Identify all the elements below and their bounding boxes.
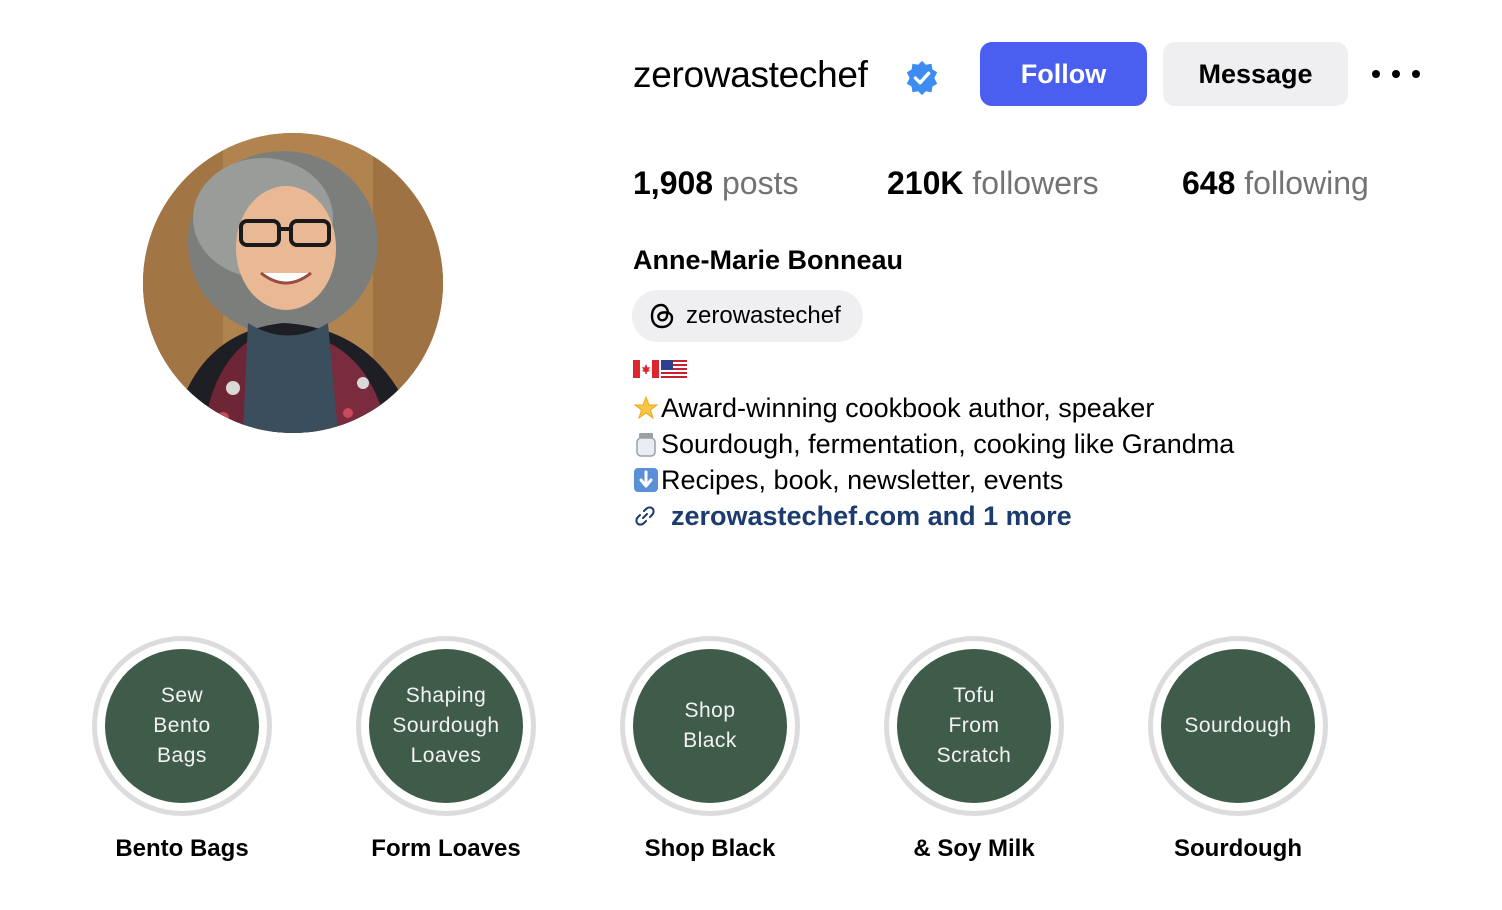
- story-highlight[interactable]: Sourdough Sourdough: [1148, 636, 1328, 866]
- dot: [1372, 70, 1380, 78]
- story-highlight[interactable]: Tofu From Scratch & Soy Milk: [884, 636, 1064, 866]
- bio-text: Sourdough, fermentation, cooking like Gr…: [661, 429, 1235, 459]
- down-arrow-icon: [634, 468, 658, 492]
- highlight-title: Sourdough: [1174, 835, 1302, 862]
- threads-link[interactable]: zerowastechef: [632, 290, 863, 342]
- highlight-cover: Tofu From Scratch: [897, 649, 1051, 803]
- highlight-title: & Soy Milk: [913, 835, 1035, 862]
- link-icon: [635, 506, 655, 526]
- highlight-cover: Sourdough: [1161, 649, 1315, 803]
- highlight-cover: Sew Bento Bags: [105, 649, 259, 803]
- story-highlight[interactable]: Shop Black Shop Black: [620, 636, 800, 866]
- highlight-title: Form Loaves: [371, 835, 521, 862]
- threads-handle: zerowastechef: [686, 302, 841, 329]
- posts-stat: 1,908 posts: [633, 162, 798, 204]
- bio-line: Award-winning cookbook author, speaker: [633, 391, 1154, 425]
- followers-count: 210K: [887, 165, 964, 201]
- avatar-photo: [143, 133, 443, 433]
- followers-stat[interactable]: 210K followers: [887, 162, 1099, 204]
- bio-link[interactable]: zerowastechef.com and 1 more: [633, 499, 1072, 533]
- dot: [1412, 70, 1420, 78]
- bio-line: Recipes, book, newsletter, events: [633, 463, 1063, 497]
- highlight-title: Bento Bags: [115, 835, 249, 862]
- dot: [1392, 70, 1400, 78]
- story-highlight[interactable]: Shaping Sourdough Loaves Form Loaves: [356, 636, 536, 866]
- highlight-cover: Shop Black: [633, 649, 787, 803]
- highlight-cover: Shaping Sourdough Loaves: [369, 649, 523, 803]
- full-name: Anne-Marie Bonneau: [633, 245, 904, 275]
- flags-row: [633, 360, 689, 382]
- threads-icon: [650, 303, 674, 329]
- bio-text: Recipes, book, newsletter, events: [661, 465, 1064, 495]
- bio-line: Sourdough, fermentation, cooking like Gr…: [633, 427, 1234, 461]
- star-icon: [633, 395, 659, 420]
- message-button[interactable]: Message: [1163, 42, 1348, 106]
- following-label: following: [1244, 165, 1369, 201]
- verified-badge-icon: [906, 60, 938, 96]
- canada-flag-icon: [633, 360, 659, 378]
- story-highlight[interactable]: Sew Bento Bags Bento Bags: [92, 636, 272, 866]
- follow-button[interactable]: Follow: [980, 42, 1147, 106]
- profile-avatar[interactable]: [143, 133, 443, 433]
- following-stat[interactable]: 648 following: [1182, 162, 1369, 204]
- usa-flag-icon: [661, 360, 687, 378]
- jar-icon: [636, 433, 656, 457]
- highlight-title: Shop Black: [644, 835, 776, 862]
- posts-count: 1,908: [633, 165, 714, 201]
- posts-label: posts: [721, 165, 799, 201]
- bio-text: Award-winning cookbook author, speaker: [661, 393, 1155, 423]
- more-options-icon[interactable]: [1372, 62, 1420, 86]
- following-count: 648: [1182, 165, 1236, 201]
- username: zerowastechef: [633, 54, 868, 95]
- bio-link-text[interactable]: zerowastechef.com and 1 more: [671, 499, 1072, 533]
- followers-label: followers: [972, 165, 1099, 201]
